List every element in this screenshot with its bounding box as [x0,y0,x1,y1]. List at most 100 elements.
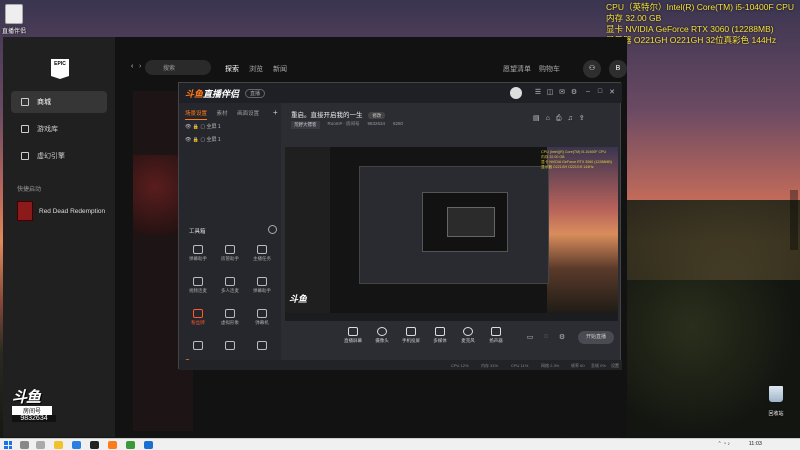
tool-label: 虚拟形象 [221,320,239,325]
file-icon [5,4,23,24]
menu-icon[interactable]: ☰ [533,88,543,96]
edge-icon[interactable] [72,441,81,449]
file-explorer-icon[interactable] [54,441,63,449]
record-icon[interactable]: ▭ [525,333,535,341]
quick-launch-game[interactable]: Red Dead Redemption [17,201,105,221]
game-title: Red Dead Redemption [39,207,106,215]
epic-taskbar-icon[interactable] [90,441,99,449]
tab-browse[interactable]: 浏览 [249,64,263,74]
scene-item[interactable]: 👁 🔒 ▢ 全屏 1 [185,123,221,130]
douyu-taskbar-icon[interactable] [108,441,117,449]
tool-item[interactable]: 多人连麦 [215,277,245,294]
tool-label: 主播任务 [253,256,271,261]
status-item: CPU 11% [511,363,529,368]
download-icon [257,341,267,350]
tool-item[interactable] [183,341,213,352]
download-icon [225,277,235,286]
sidebar-item-library[interactable]: 游戏库 [11,118,107,140]
tab-material[interactable]: 素材 [217,111,228,117]
task-view-icon[interactable] [36,441,45,449]
recycle-bin-label: 回收站 [768,411,784,417]
taskbar: ⌃ ◔ ♪ 11:03 [0,438,800,450]
category-tag[interactable]: 荒野大镖客 [291,121,320,129]
app-taskbar-icon[interactable] [126,441,135,449]
tool-item[interactable]: 虚拟形象 [215,309,245,326]
edit-title-button[interactable]: 修改 [368,112,386,119]
avatar[interactable]: B [609,60,627,78]
maximize-icon[interactable]: □ [595,88,605,95]
status-item: 帧率 60 [571,363,585,368]
bottom-tool-speaker[interactable]: 扬声器 [482,327,510,344]
desktop-icon-live-companion[interactable]: 直播伴侣 [0,4,34,35]
bottom-tool-screen[interactable]: 直播屏幕 [339,327,367,344]
toolbox-settings-icon[interactable] [268,225,277,234]
app-taskbar-icon[interactable] [144,441,153,449]
search-placeholder: 搜索 [163,66,176,72]
watermark-sub: 房间号 [12,406,52,415]
tray-icons[interactable]: ⌃ ◔ ♪ [718,441,731,447]
tool-label: 弹幕助手 [189,256,207,261]
bottom-tool-media[interactable]: 多媒体 [426,327,454,344]
minimize-icon[interactable]: – [583,88,593,95]
task-icon [257,245,267,254]
back-chevron-icon[interactable]: ‹ [131,63,133,70]
desktop-scroll-handle[interactable] [790,190,798,250]
tool-item[interactable]: 主播任务 [247,245,277,262]
recycle-bin[interactable]: 回收站 [762,386,790,420]
status-settings-link[interactable]: 设置 [611,363,619,369]
taskbar-clock[interactable]: 11:03 [749,441,762,447]
tab-display[interactable]: 画面设置 [237,111,259,117]
friends-icon[interactable]: ⚇ [583,60,601,78]
sidebar-item-unreal[interactable]: 虚幻引擎 [11,145,107,167]
epic-logo[interactable]: EPIC [51,59,69,79]
tool-label: 弹幕机 [255,320,269,325]
sidebar-item-store[interactable]: 商城 [11,91,107,113]
tool-item[interactable]: 房管助手 [215,245,245,262]
scene-item[interactable]: 👁 🔒 ▢ 全屏 1 [185,136,221,143]
wishlist-link[interactable]: 愿望清单 [503,64,531,74]
status-item: 网络 2.3% [541,363,560,368]
tool-item[interactable]: 视频连麦 [183,277,213,294]
media-icon [435,327,445,336]
badge-icon [193,309,203,318]
cart-link[interactable]: 购物车 [539,64,560,74]
tool-item[interactable]: 弹幕助手 [183,245,213,262]
tab-scene[interactable]: 场景设置 [185,111,208,120]
bottom-tool-camera[interactable]: 摄像头 [368,327,396,344]
settings-icon[interactable]: ⚙ [569,88,579,96]
forward-chevron-icon[interactable]: › [139,63,141,70]
tool-item[interactable]: 弹幕机 [247,309,277,326]
gear-icon[interactable]: ⚙ [557,333,567,341]
info-icon[interactable]: ◌ [541,333,551,340]
tag-icon [21,98,29,106]
watermark-logo: 斗鱼 [12,389,41,406]
windows-start-icon[interactable] [4,441,12,449]
tab-news[interactable]: 新闻 [273,64,287,74]
close-icon[interactable]: ✕ [607,88,617,96]
tool-item[interactable] [215,341,245,352]
tool-item[interactable]: 弹幕助手 [247,277,277,294]
add-scene-icon[interactable]: + [273,108,278,117]
stream-preview[interactable]: CPU (Intel)(R) Core(TM) i5-10400F CPU 内存… [285,147,618,321]
tab-discover[interactable]: 探索 [225,64,239,74]
tool-item[interactable]: 粉丝牌 [183,309,213,326]
douyu-titlebar: 斗鱼直播伴侣 直播 ☰ ◫ ✉ ⚙ – □ ✕ [179,83,622,103]
status-item: 丢帧 0% [591,363,606,368]
start-live-button[interactable]: 开始直播 [578,331,614,344]
sysinfo-display: 显示器 O221GH O221GH 32位真彩色 144Hz [606,35,777,45]
tool-item[interactable] [247,341,277,352]
version-badge[interactable]: 直播 [245,89,266,98]
preview-epic-window [285,147,549,321]
room-title-row: 重启。直接开启我的一生 修改 [291,109,386,119]
sidebar-item-label: 虚幻引擎 [37,153,65,160]
sysinfo-gpu: 显卡 NVIDIA GeForce RTX 3060 (12288MB) [606,24,774,34]
user-avatar[interactable] [510,87,522,99]
room-action-icons[interactable]: ▤⌂⎙♫⇪ [533,114,591,123]
bottom-tool-mic[interactable]: 麦克风 [454,327,482,344]
skin-icon[interactable]: ◫ [545,88,555,96]
bottom-tool-phone[interactable]: 手机投屏 [397,327,425,344]
search-icon[interactable] [20,441,29,449]
mail-icon[interactable]: ✉ [557,88,567,96]
store-search-input[interactable]: 搜索 [145,60,211,75]
sidebar-item-label: 商城 [37,99,51,106]
